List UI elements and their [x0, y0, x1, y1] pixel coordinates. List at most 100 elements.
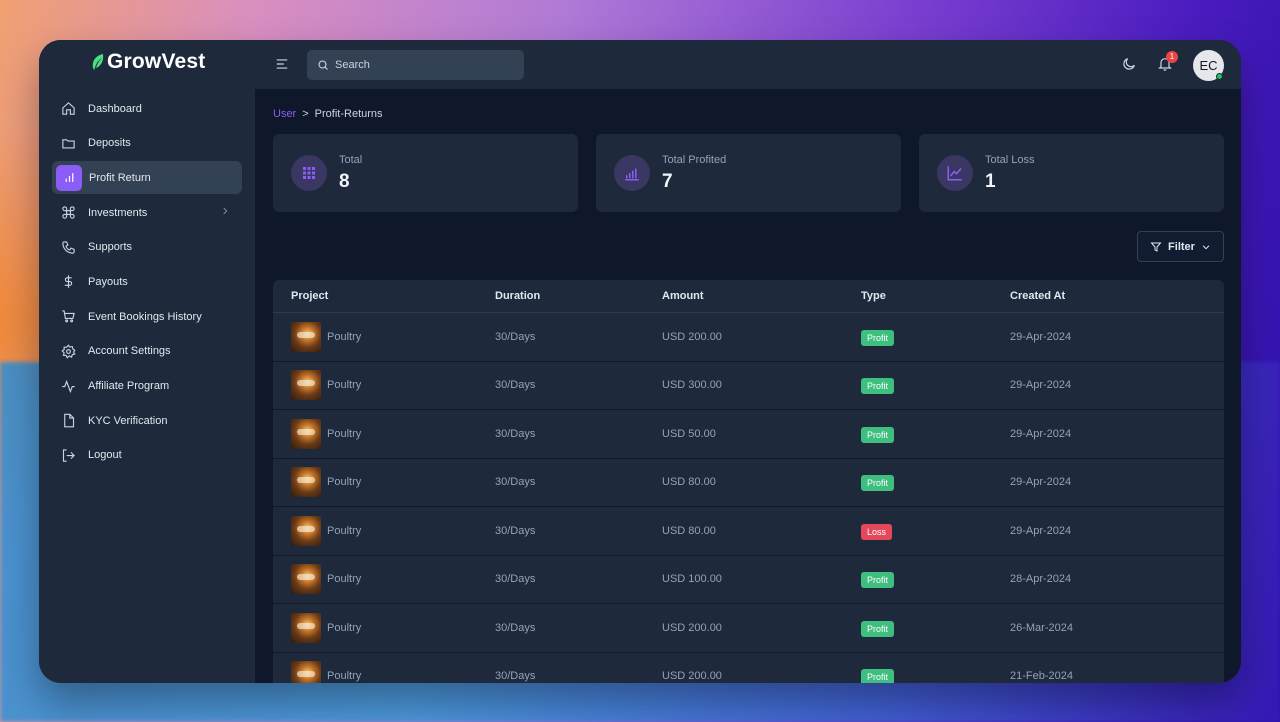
gear-icon: [60, 343, 76, 359]
stat-value: 7: [662, 171, 673, 192]
column-header-created-at[interactable]: Created At: [1010, 290, 1224, 302]
filter-button[interactable]: Filter: [1137, 231, 1224, 262]
table-row[interactable]: Poultry 30/Days USD 100.00 Profit 28-Apr-202…: [273, 556, 1224, 604]
column-header-duration[interactable]: Duration: [495, 290, 662, 302]
app-window: GrowVest Dashboard Deposits Profit Retur…: [39, 40, 1241, 683]
type-badge: Profit: [861, 620, 895, 637]
sidebar-item-kyc-verification[interactable]: KYC Verification: [52, 404, 242, 437]
column-header-type[interactable]: Type: [861, 290, 1010, 302]
chevron-right-icon: [220, 206, 230, 219]
table-row[interactable]: Poultry 30/Days USD 300.00 Profit 29-Apr-202…: [273, 362, 1224, 410]
sidebar-nav: Dashboard Deposits Profit Return Investm…: [52, 92, 242, 474]
cell-project: Poultry: [273, 321, 495, 352]
sidebar-item-label: Affiliate Program: [88, 380, 170, 392]
brand-name: GrowVest: [107, 50, 206, 73]
search-icon: [318, 60, 328, 70]
project-name: Poultry: [327, 621, 362, 634]
sidebar-item-label: Event Bookings History: [88, 310, 202, 323]
activity-icon: [60, 378, 76, 394]
sidebar-item-payouts[interactable]: Payouts: [52, 265, 242, 298]
search-box: [307, 50, 524, 80]
cell-type: Profit: [861, 425, 1010, 443]
cell-created-at: 29-Apr-2024: [1010, 427, 1072, 440]
cell-amount: USD 100.00: [662, 573, 722, 586]
online-status-dot: [1216, 73, 1223, 80]
sidebar-item-deposits[interactable]: Deposits: [52, 127, 242, 160]
sidebar: GrowVest Dashboard Deposits Profit Retur…: [39, 40, 255, 683]
cell-duration: 30/Days: [495, 573, 536, 586]
sidebar-item-investments[interactable]: Investments: [52, 196, 242, 229]
type-badge: Profit: [861, 669, 895, 683]
sidebar-item-label: KYC Verification: [88, 414, 168, 427]
cell-type: Profit: [861, 328, 1010, 346]
sidebar-item-label: Supports: [88, 241, 133, 254]
cell-duration: 30/Days: [495, 621, 536, 634]
profit-returns-table: Project Duration Amount Type Created At …: [273, 280, 1224, 683]
project-thumbnail: [291, 612, 321, 643]
table-header: Project Duration Amount Type Created At: [273, 280, 1224, 313]
type-badge: Profit: [861, 378, 895, 395]
cell-project: Poultry: [273, 418, 495, 449]
brand-logo[interactable]: GrowVest: [91, 50, 205, 74]
line-chart-icon: [937, 155, 973, 191]
grid-icon: [291, 155, 327, 191]
project-name: Poultry: [327, 476, 362, 489]
cart-icon: [60, 309, 76, 325]
column-header-project[interactable]: Project: [273, 290, 495, 302]
sidebar-item-label: Dashboard: [88, 102, 142, 115]
search-input[interactable]: [335, 59, 505, 71]
project-name: Poultry: [327, 427, 362, 440]
home-icon: [60, 101, 76, 117]
cell-created-at: 28-Apr-2024: [1010, 573, 1072, 586]
cell-created-at: 29-Apr-2024: [1010, 330, 1072, 343]
stat-label: Total: [339, 154, 363, 166]
moon-icon[interactable]: [1121, 56, 1137, 77]
type-badge: Profit: [861, 572, 895, 589]
cell-project: Poultry: [273, 515, 495, 546]
cell-type: Profit: [861, 667, 1010, 683]
sidebar-item-label: Investments: [88, 206, 148, 219]
table-body: Poultry 30/Days USD 200.00 Profit 29-Apr-202…: [273, 313, 1224, 683]
stat-card-total-profited: Total Profited 7: [596, 134, 901, 212]
stat-value: 1: [985, 171, 996, 192]
cell-amount: USD 50.00: [662, 427, 716, 440]
sidebar-item-label: Profit Return: [89, 171, 151, 184]
bell-icon[interactable]: 1: [1157, 51, 1178, 77]
sidebar-item-affiliate-program[interactable]: Affiliate Program: [52, 370, 242, 403]
table-row[interactable]: Poultry 30/Days USD 200.00 Profit 21-Feb-202…: [273, 653, 1224, 683]
sidebar-item-supports[interactable]: Supports: [52, 231, 242, 264]
sidebar-item-event-bookings[interactable]: Event Bookings History: [52, 300, 242, 333]
cell-project: Poultry: [273, 661, 495, 683]
type-badge: Profit: [861, 426, 895, 443]
cell-amount: USD 80.00: [662, 476, 716, 489]
sidebar-item-label: Payouts: [88, 275, 128, 288]
sidebar-item-account-settings[interactable]: Account Settings: [52, 335, 242, 368]
menu-toggle-icon[interactable]: [275, 57, 289, 76]
sidebar-item-profit-return[interactable]: Profit Return: [52, 161, 242, 195]
topbar: 1 EC: [255, 40, 1241, 89]
project-thumbnail: [291, 370, 321, 401]
table-row[interactable]: Poultry 30/Days USD 200.00 Profit 29-Apr-202…: [273, 313, 1224, 362]
cell-type: Loss: [861, 522, 1010, 540]
cell-type: Profit: [861, 619, 1010, 637]
project-name: Poultry: [327, 573, 362, 586]
sidebar-item-dashboard[interactable]: Dashboard: [52, 92, 242, 125]
dollar-icon: [60, 274, 76, 290]
cell-duration: 30/Days: [495, 427, 536, 440]
breadcrumb-parent-link[interactable]: User: [273, 108, 296, 120]
cell-type: Profit: [861, 473, 1010, 492]
table-row[interactable]: Poultry 30/Days USD 50.00 Profit 29-Apr-2024: [273, 410, 1224, 459]
table-row[interactable]: Poultry 30/Days USD 80.00 Loss 29-Apr-2024: [273, 507, 1224, 556]
sidebar-item-label: Account Settings: [88, 345, 171, 358]
cell-duration: 30/Days: [495, 330, 536, 343]
table-row[interactable]: Poultry 30/Days USD 200.00 Profit 26-Mar-202…: [273, 604, 1224, 653]
avatar[interactable]: EC: [1193, 50, 1224, 81]
project-thumbnail: [291, 418, 321, 449]
sidebar-item-logout[interactable]: Logout: [52, 439, 242, 472]
cell-type: Profit: [861, 376, 1010, 395]
cell-amount: USD 80.00: [662, 524, 716, 537]
type-badge: Profit: [861, 475, 895, 492]
table-row[interactable]: Poultry 30/Days USD 80.00 Profit 29-Apr-2024: [273, 459, 1224, 507]
type-badge: Loss: [861, 523, 893, 540]
column-header-amount[interactable]: Amount: [662, 290, 861, 302]
